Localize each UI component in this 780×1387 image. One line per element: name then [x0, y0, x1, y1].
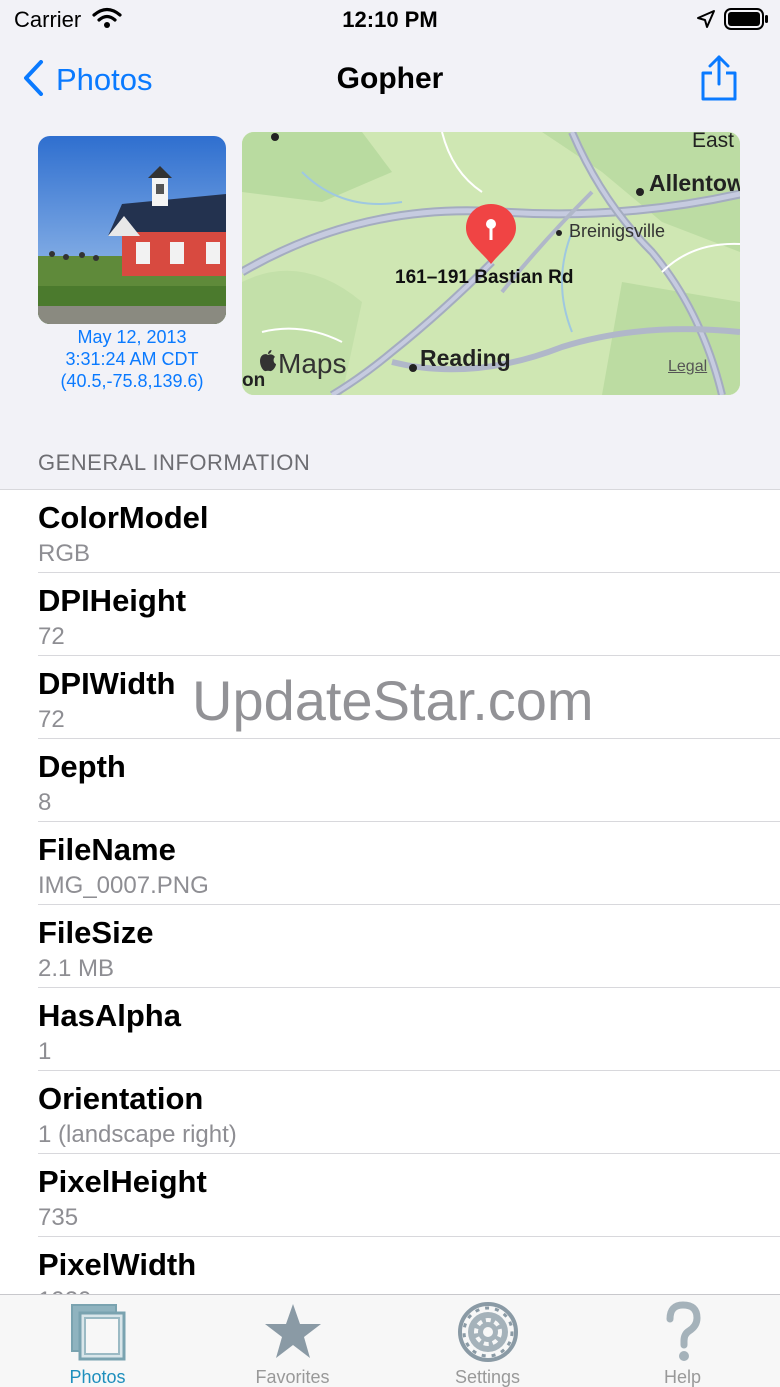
battery-icon	[724, 8, 770, 35]
row-key: FileName	[38, 832, 176, 867]
table-row[interactable]: FileName IMG_0007.PNG	[38, 822, 780, 905]
map-label-allentown: Allentow	[649, 170, 740, 196]
tab-favorites[interactable]: Favorites	[195, 1295, 390, 1387]
map-pin-icon[interactable]	[464, 202, 518, 271]
photo-date: May 12, 2013	[77, 327, 187, 347]
table-row[interactable]: PixelWidth 1920	[38, 1237, 780, 1294]
tab-photos[interactable]: Photos	[0, 1295, 195, 1387]
location-arrow-icon	[696, 9, 716, 34]
photo-time: 3:31:24 AM CDT	[65, 349, 199, 369]
table-row[interactable]: HasAlpha 1	[38, 988, 780, 1071]
maps-logo: Maps	[258, 348, 346, 380]
photo-coordinates: (40.5,-75.8,139.6)	[60, 371, 204, 391]
question-icon	[585, 1301, 780, 1363]
tab-label: Photos	[69, 1367, 126, 1387]
row-key: Orientation	[38, 1081, 204, 1116]
table-row[interactable]: ColorModel RGB	[38, 490, 780, 573]
photo-metadata[interactable]: May 12, 2013 3:31:24 AM CDT (40.5,-75.8,…	[30, 326, 234, 392]
row-value: RGB	[38, 540, 91, 567]
row-key: FileSize	[38, 915, 154, 950]
map-city-dot	[409, 364, 417, 372]
row-value: 72	[38, 623, 65, 650]
row-value: 8	[38, 789, 52, 816]
row-value: 1 (landscape right)	[38, 1121, 237, 1148]
map-label-east: East	[692, 132, 735, 152]
map-label-breinigsville: Breinigsville	[569, 221, 666, 241]
table-row[interactable]: DPIHeight 72	[38, 573, 780, 656]
apple-logo-icon	[258, 348, 278, 380]
tab-help[interactable]: Help	[585, 1295, 780, 1387]
table-row[interactable]: Orientation 1 (landscape right)	[38, 1071, 780, 1154]
share-icon[interactable]	[698, 54, 740, 107]
section-header: GENERAL INFORMATION	[38, 450, 311, 475]
status-bar: Carrier 12:10 PM	[0, 0, 780, 40]
row-key: PixelHeight	[38, 1164, 207, 1199]
row-key: HasAlpha	[38, 998, 181, 1033]
info-list: ColorModel RGB DPIHeight 72 DPIWidth 72 …	[0, 489, 780, 1294]
row-value: IMG_0007.PNG	[38, 872, 209, 899]
row-key: Depth	[38, 749, 126, 784]
tab-label: Favorites	[255, 1367, 330, 1387]
row-value: 1920	[38, 1287, 91, 1294]
photos-icon	[0, 1301, 195, 1363]
row-value: 735	[38, 1204, 79, 1231]
map-city-dot	[271, 133, 279, 141]
map-city-dot	[556, 230, 562, 236]
tab-label: Help	[663, 1367, 702, 1387]
row-value: 72	[38, 706, 65, 733]
row-key: PixelWidth	[38, 1247, 197, 1282]
row-key: DPIHeight	[38, 583, 187, 618]
tab-label: Settings	[454, 1367, 521, 1387]
tab-bar: Photos Favorites Settings Help	[0, 1294, 780, 1387]
row-key: ColorModel	[38, 500, 209, 535]
row-key: DPIWidth	[38, 666, 176, 701]
row-value: 2.1 MB	[38, 955, 115, 982]
row-value: 1	[38, 1038, 52, 1065]
photo-thumbnail[interactable]	[38, 136, 226, 324]
map-address-label: 161–191 Bastian Rd	[395, 267, 574, 288]
legal-link[interactable]: Legal	[668, 358, 707, 376]
table-row[interactable]: DPIWidth 72	[38, 656, 780, 739]
page-title: Gopher	[336, 62, 444, 95]
map-label-reading: Reading	[420, 345, 511, 371]
tab-settings[interactable]: Settings	[390, 1295, 585, 1387]
gear-icon	[390, 1301, 585, 1363]
maps-logo-text: Maps	[278, 348, 347, 379]
map-city-dot	[636, 188, 644, 196]
status-time: 12:10 PM	[342, 7, 438, 32]
table-row[interactable]: Depth 8	[38, 739, 780, 822]
map-view[interactable]: East Allentow Breinigsville 161–191 Bast…	[242, 132, 740, 395]
star-icon	[195, 1301, 390, 1363]
table-row[interactable]: PixelHeight 735	[38, 1154, 780, 1237]
table-row[interactable]: FileSize 2.1 MB	[38, 905, 780, 988]
